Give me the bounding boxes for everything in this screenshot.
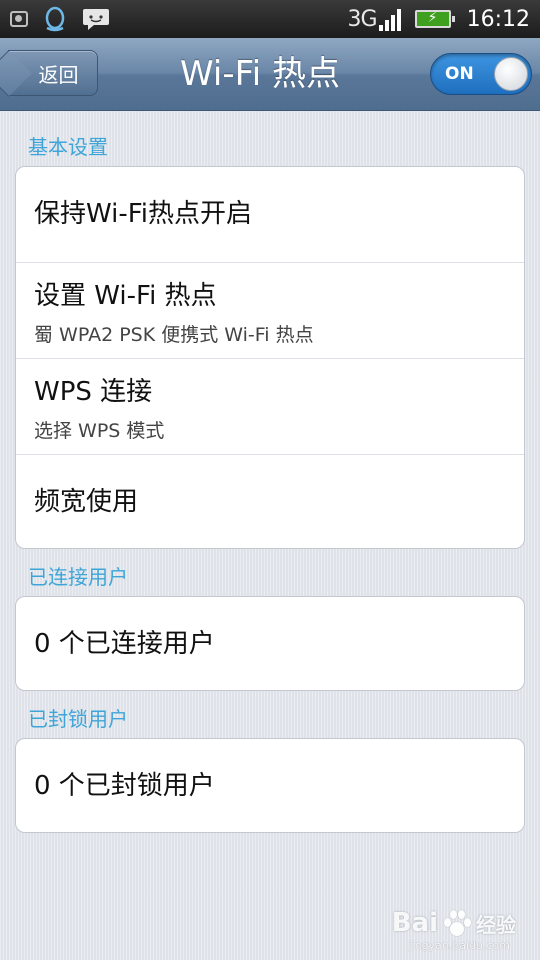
section-header-connected: 已连接用户 <box>28 565 128 589</box>
message-icon <box>83 9 109 30</box>
battery-charging-icon: ⚡ <box>414 10 455 28</box>
list-item-bandwidth[interactable]: 频宽使用 <box>16 455 524 548</box>
camera-icon <box>10 11 28 27</box>
watermark-url: jingyan.baidu.com <box>408 939 510 952</box>
back-button-label: 返回 <box>38 62 79 87</box>
list-item-subtitle: 选择 WPS 模式 <box>34 420 165 442</box>
list-item-title: WPS 连接 <box>34 377 153 407</box>
list-item-blocked-users[interactable]: 0 个已封锁用户 <box>16 739 524 832</box>
network-type: 3G <box>347 6 378 32</box>
list-item-title: 0 个已封锁用户 <box>34 771 215 801</box>
hotspot-toggle[interactable]: ON <box>430 53 532 95</box>
toggle-knob <box>494 57 528 91</box>
connected-users-card: 0 个已连接用户 <box>15 596 525 691</box>
back-button[interactable]: 返回 <box>8 50 98 96</box>
list-item-title: 保持Wi-Fi热点开启 <box>34 199 253 229</box>
list-item-title: 频宽使用 <box>34 487 139 517</box>
list-item-keep-hotspot-on[interactable]: 保持Wi-Fi热点开启 <box>16 167 524 263</box>
baidu-jingyan-watermark: Bai 经验 <box>392 908 516 938</box>
watermark-suffix: 经验 <box>476 912 516 937</box>
watermark-brand: Bai <box>391 908 438 938</box>
notification-icons <box>10 6 110 32</box>
status-bar: 3G ⚡ 16:12 <box>0 0 540 38</box>
clock: 16:12 <box>466 6 530 32</box>
toggle-label: ON <box>445 64 474 84</box>
signal-icon <box>378 7 401 31</box>
page-title: Wi-Fi 热点 <box>180 54 340 94</box>
list-item-wps-connect[interactable]: WPS 连接 选择 WPS 模式 <box>16 359 524 455</box>
list-item-title: 设置 Wi-Fi 热点 <box>34 281 217 311</box>
section-header-blocked: 已封锁用户 <box>28 707 128 731</box>
list-item-configure-hotspot[interactable]: 设置 Wi-Fi 热点 蜀 WPA2 PSK 便携式 Wi-Fi 热点 <box>16 263 524 359</box>
title-bar: 返回 Wi-Fi 热点 ON <box>0 38 540 111</box>
blocked-users-card: 0 个已封锁用户 <box>15 738 525 833</box>
list-item-title: 0 个已连接用户 <box>34 629 215 659</box>
basic-settings-card: 保持Wi-Fi热点开启 设置 Wi-Fi 热点 蜀 WPA2 PSK 便携式 W… <box>15 166 525 549</box>
system-indicators: 3G ⚡ 16:12 <box>348 0 530 38</box>
list-item-subtitle: 蜀 WPA2 PSK 便携式 Wi-Fi 热点 <box>34 324 314 346</box>
qq-penguin-icon <box>45 6 65 32</box>
paw-icon <box>442 908 472 938</box>
list-item-connected-users[interactable]: 0 个已连接用户 <box>16 597 524 690</box>
section-header-basic: 基本设置 <box>28 135 108 159</box>
